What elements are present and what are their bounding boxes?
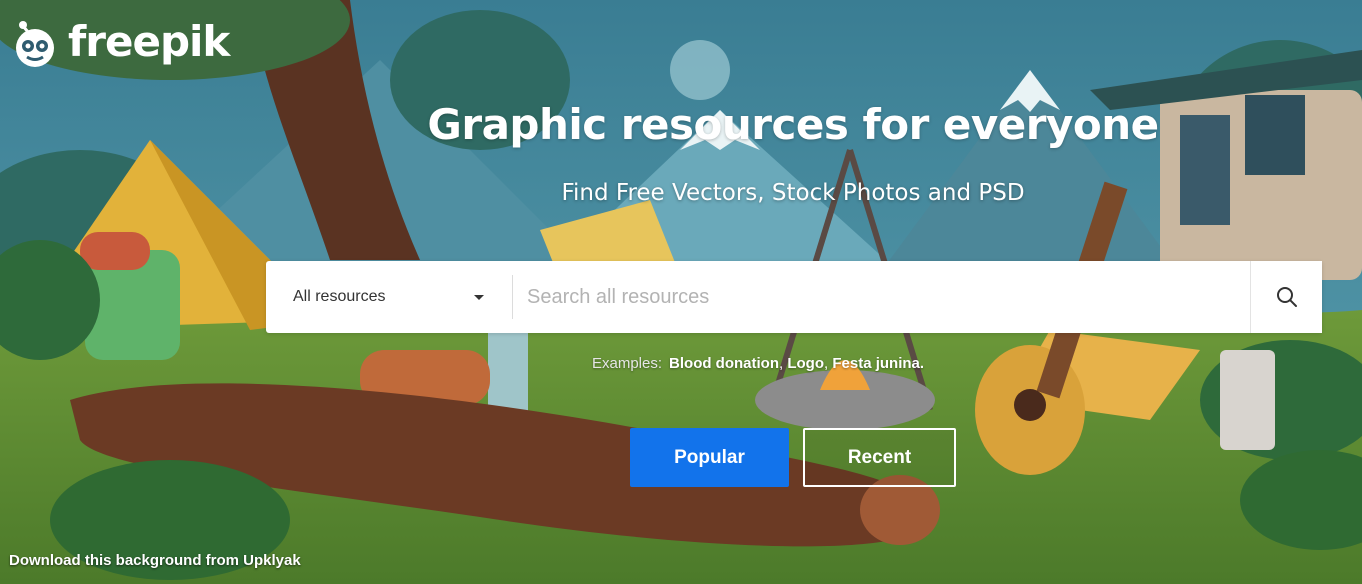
search-input[interactable] — [513, 261, 1250, 333]
resource-type-selected: All resources — [293, 288, 386, 305]
background-credit-link[interactable]: Download this background from Upklyak — [9, 552, 301, 569]
search-bar: All resources — [266, 261, 1322, 333]
freepik-logo[interactable]: freepik — [8, 14, 230, 74]
example-link-festa-junina[interactable]: Festa junina. — [832, 355, 924, 372]
recent-button[interactable]: Recent — [803, 428, 956, 487]
freepik-mascot-icon — [16, 21, 54, 67]
logo-wordmark: freepik — [68, 17, 230, 66]
caret-down-icon — [474, 295, 484, 300]
search-icon — [1276, 287, 1297, 307]
page-subtitle: Find Free Vectors, Stock Photos and PSD — [561, 180, 1025, 206]
examples-label: Examples: — [592, 355, 663, 372]
resource-type-dropdown[interactable]: All resources — [266, 261, 512, 333]
search-button[interactable] — [1250, 261, 1322, 333]
popular-button[interactable]: Popular — [630, 428, 789, 487]
search-examples: Examples: Blood donation, Logo, Festa jun… — [592, 355, 924, 372]
example-link-logo[interactable]: Logo — [787, 355, 824, 372]
hero-banner: freepik Graphic resources for everyone F… — [0, 0, 1362, 584]
example-link-blood-donation[interactable]: Blood donation — [669, 355, 779, 372]
